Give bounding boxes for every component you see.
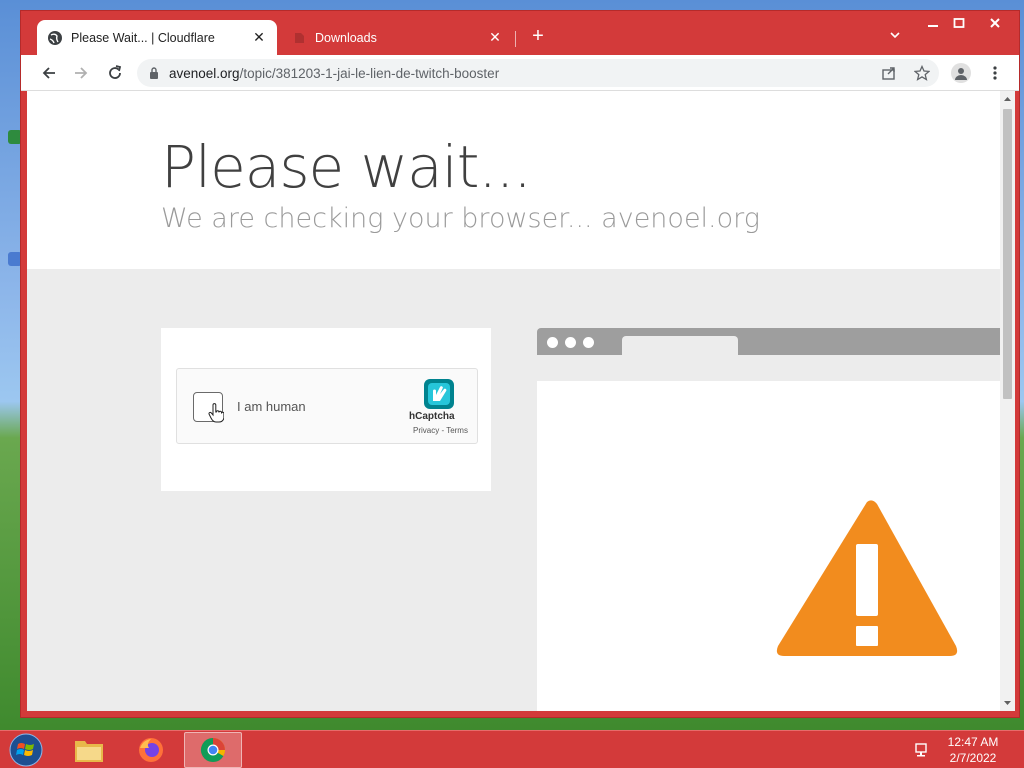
forward-arrow-icon — [75, 67, 88, 79]
tab-please-wait[interactable]: Please Wait... | Cloudflare ✕ — [37, 20, 277, 55]
browser-window: Please Wait... | Cloudflare ✕ Downloads … — [20, 10, 1020, 718]
profile-avatar-icon[interactable] — [951, 63, 971, 83]
i-am-human-label: I am human — [237, 399, 306, 414]
scrollbar-thumb[interactable] — [1003, 109, 1012, 399]
new-tab-button[interactable]: + — [527, 25, 549, 47]
close-window-button[interactable] — [979, 13, 1011, 35]
maximize-button[interactable] — [943, 13, 975, 35]
browser-illustration — [537, 328, 1000, 711]
taskbar: 12:47 AM 2/7/2022 — [0, 730, 1024, 768]
tab-strip: Please Wait... | Cloudflare ✕ Downloads … — [21, 11, 1019, 55]
firefox-icon[interactable] — [122, 732, 180, 768]
download-icon — [291, 30, 307, 46]
hand-cursor-icon — [208, 403, 224, 423]
illustration-dot — [583, 337, 594, 348]
network-icon[interactable] — [914, 741, 932, 759]
illustration-body — [537, 381, 1000, 711]
globe-icon — [47, 30, 63, 46]
hcaptcha-logo-icon — [422, 377, 456, 411]
back-button[interactable] — [37, 61, 61, 85]
system-clock[interactable]: 12:47 AM 2/7/2022 — [938, 734, 1008, 766]
lock-icon — [149, 67, 159, 79]
captcha-card: I am human hCaptcha Privacy - Terms — [161, 328, 491, 491]
privacy-terms-links[interactable]: Privacy - Terms — [413, 426, 468, 435]
tab-separator — [515, 31, 516, 47]
forward-button[interactable] — [69, 61, 93, 85]
scroll-up-icon — [1004, 97, 1011, 101]
illustration-dot — [547, 337, 558, 348]
clock-time: 12:47 AM — [947, 735, 999, 749]
clock-date: 2/7/2022 — [949, 751, 997, 765]
hcaptcha-brand: hCaptcha — [409, 411, 455, 422]
illustration-dot — [565, 337, 576, 348]
tab-close-icon[interactable]: ✕ — [251, 29, 267, 46]
tab-search-chevron-icon[interactable] — [887, 27, 903, 43]
illustration-strip — [537, 355, 1000, 381]
address-bar[interactable]: avenoel.org/topic/381203-1-jai-le-lien-d… — [137, 59, 939, 87]
page-title: Please wait... — [161, 133, 532, 201]
page-scrollbar[interactable] — [1000, 91, 1015, 711]
reload-icon — [109, 65, 122, 79]
page-header: Please wait... We are checking your brow… — [27, 91, 1000, 269]
scroll-down-icon — [1004, 701, 1011, 705]
illustration-tab — [622, 336, 738, 355]
file-explorer-icon[interactable] — [60, 732, 118, 768]
bookmark-star-icon[interactable] — [912, 63, 932, 83]
page-subtitle: We are checking your browser... avenoel.… — [161, 203, 760, 234]
tab-close-icon[interactable]: ✕ — [487, 29, 503, 46]
hcaptcha-widget: I am human hCaptcha Privacy - Terms — [176, 368, 478, 444]
tab-title: Please Wait... | Cloudflare — [71, 30, 215, 45]
chrome-icon[interactable] — [184, 732, 242, 768]
tab-downloads[interactable]: Downloads ✕ — [281, 20, 513, 55]
windows-start-icon[interactable] — [4, 732, 48, 768]
kebab-menu-icon[interactable] — [985, 63, 1005, 83]
page-viewport: Please wait... We are checking your brow… — [27, 91, 1000, 711]
human-checkbox[interactable] — [193, 392, 224, 423]
url-host: avenoel.org — [169, 65, 240, 81]
warning-icon — [776, 500, 958, 656]
browser-toolbar: avenoel.org/topic/381203-1-jai-le-lien-d… — [21, 55, 1019, 91]
back-arrow-icon — [42, 67, 55, 79]
reload-button[interactable] — [103, 61, 127, 85]
tab-title: Downloads — [315, 30, 377, 45]
url-path: /topic/381203-1-jai-le-lien-de-twitch-bo… — [239, 65, 500, 81]
share-icon[interactable] — [879, 63, 899, 83]
illustration-titlebar — [537, 328, 1000, 355]
